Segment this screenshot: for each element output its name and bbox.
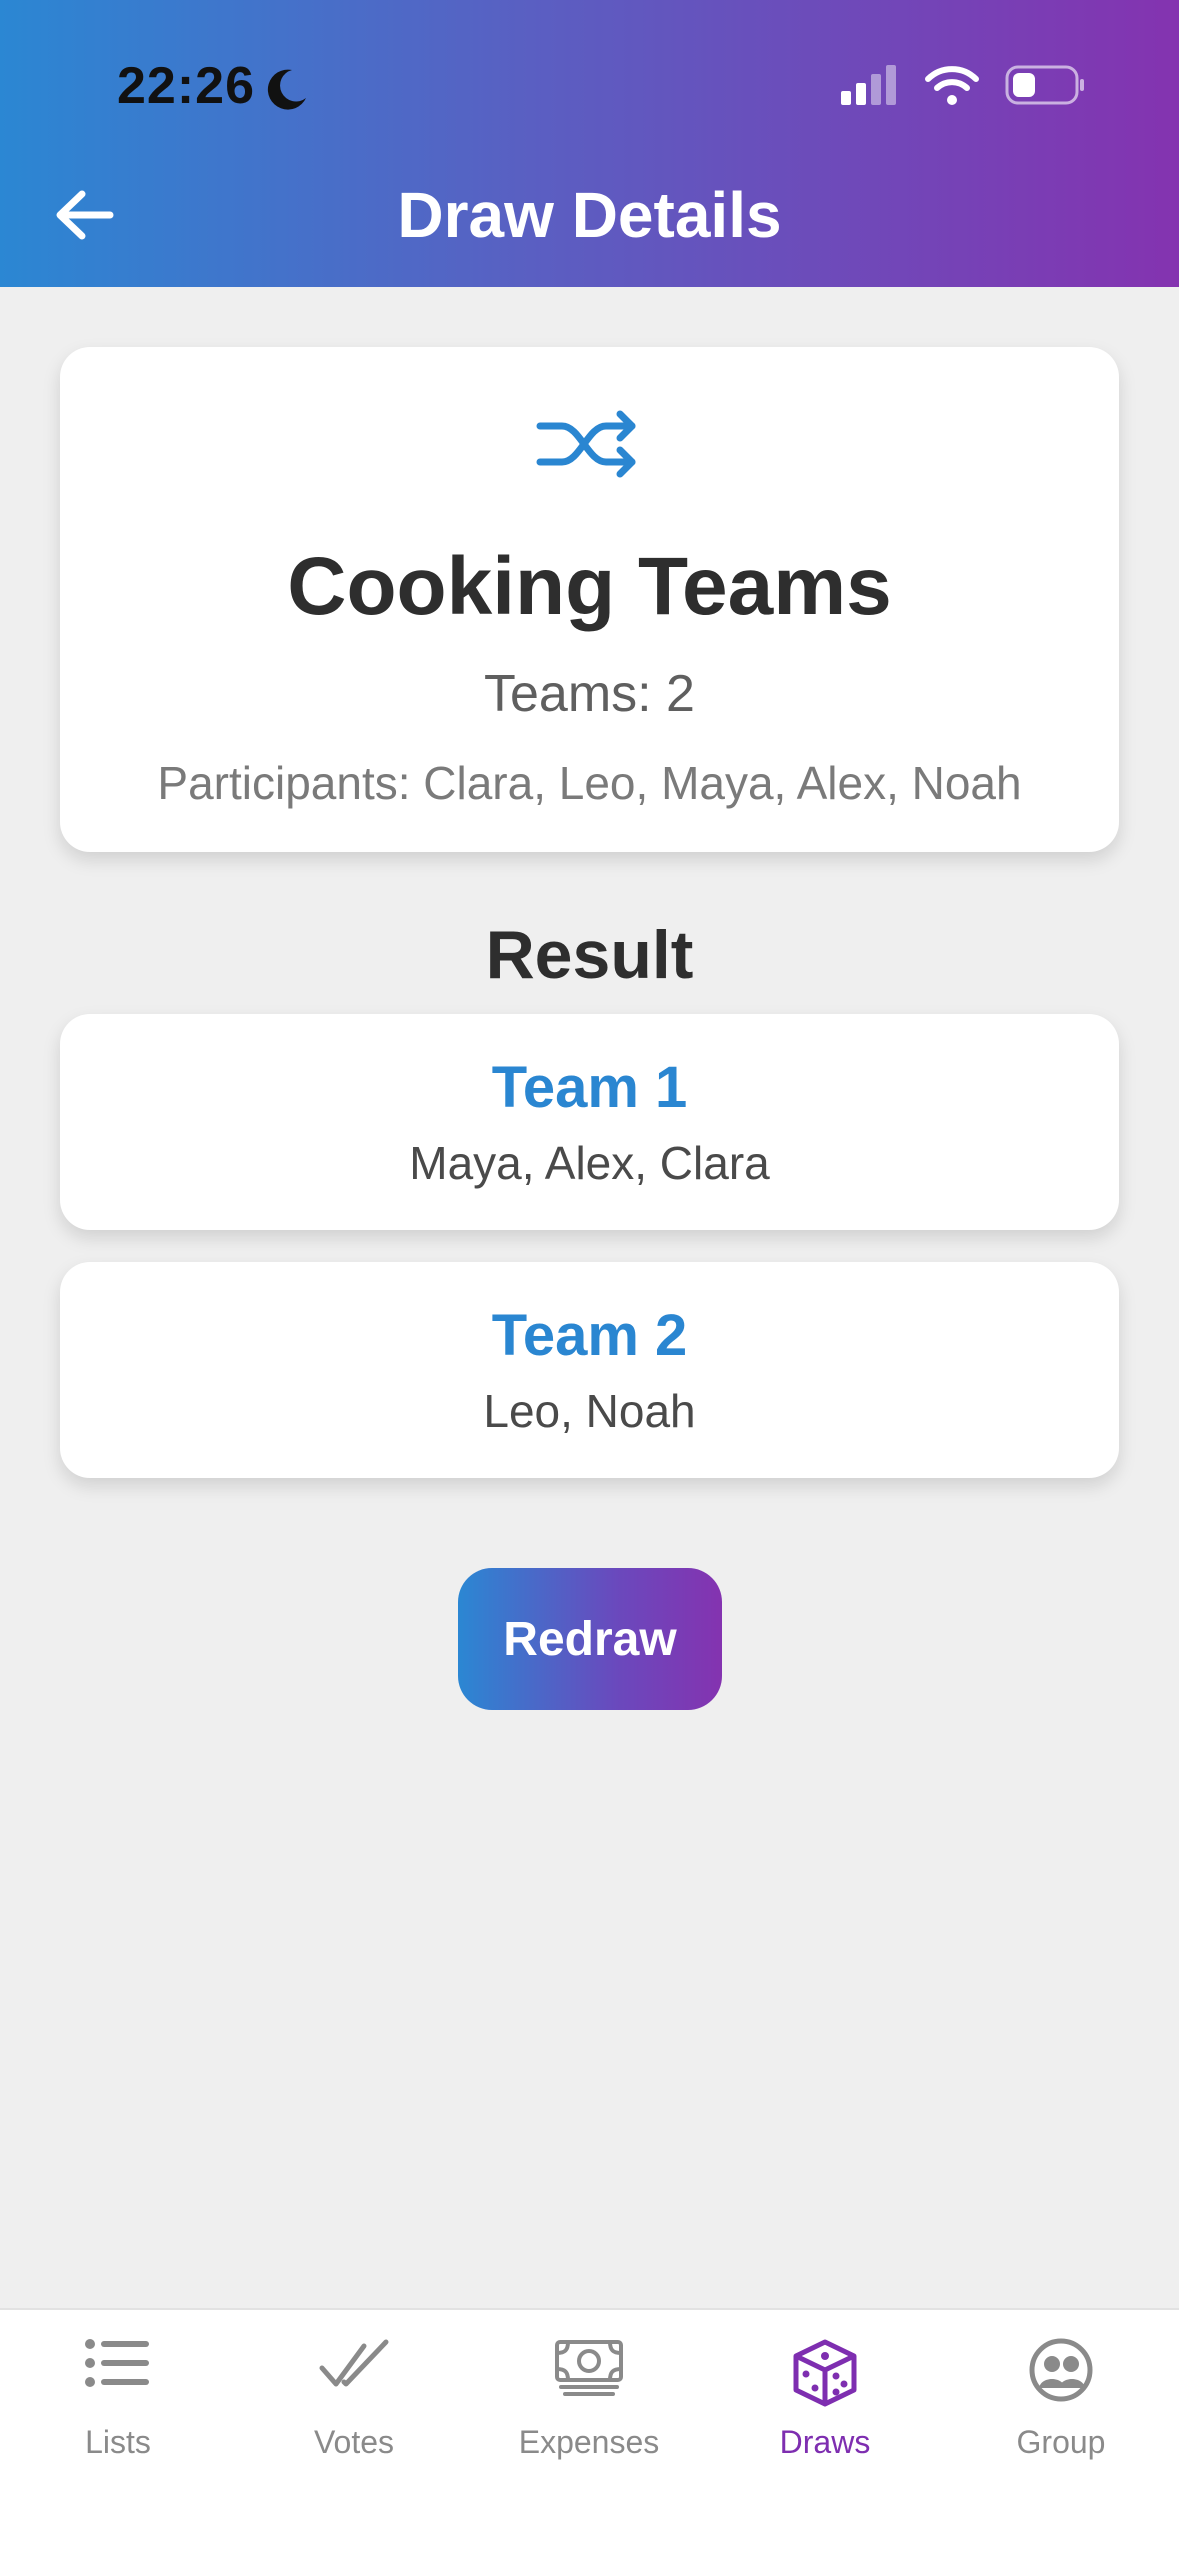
tab-votes[interactable]: Votes bbox=[236, 2310, 472, 2480]
group-icon bbox=[1029, 2338, 1093, 2402]
tab-group[interactable]: Group bbox=[943, 2310, 1179, 2480]
tab-label: Votes bbox=[313, 2424, 395, 2460]
draw-name: Cooking Teams bbox=[287, 541, 892, 632]
app-header: 22:26 Draw Details bbox=[0, 0, 1179, 287]
team-members: Leo, Noah bbox=[483, 1385, 696, 1437]
list-icon bbox=[85, 2339, 149, 2387]
status-time: 22:26 bbox=[117, 57, 255, 115]
team-card: Team 2 Leo, Noah bbox=[60, 1262, 1119, 1478]
shuffle-icon bbox=[536, 410, 636, 478]
team-name: Team 2 bbox=[491, 1303, 688, 1368]
double-check-icon bbox=[319, 2339, 389, 2387]
participants-list: Participants: Clara, Leo, Maya, Alex, No… bbox=[157, 757, 1022, 809]
tab-label: Draws bbox=[779, 2424, 871, 2460]
signal-icon bbox=[841, 65, 896, 105]
battery-icon bbox=[1005, 65, 1084, 105]
tab-label: Expenses bbox=[518, 2424, 660, 2460]
dice-cube-icon bbox=[793, 2339, 857, 2407]
team-card: Team 1 Maya, Alex, Clara bbox=[60, 1014, 1119, 1230]
tab-label: Group bbox=[1016, 2424, 1106, 2460]
team-name: Team 1 bbox=[491, 1055, 688, 1120]
tab-label: Lists bbox=[85, 2424, 151, 2460]
banknote-icon bbox=[555, 2340, 623, 2396]
team-members: Maya, Alex, Clara bbox=[409, 1137, 770, 1189]
tab-expenses[interactable]: Expenses bbox=[471, 2310, 707, 2480]
teams-count: Teams: 2 bbox=[484, 665, 695, 723]
result-heading: Result bbox=[485, 917, 694, 993]
wifi-icon bbox=[925, 66, 979, 105]
page-title: Draw Details bbox=[397, 179, 782, 251]
moon-icon bbox=[267, 69, 306, 110]
status-indicators bbox=[839, 64, 1087, 106]
redraw-button[interactable]: Redraw bbox=[458, 1568, 722, 1710]
tab-lists[interactable]: Lists bbox=[0, 2310, 236, 2480]
tab-bar: Lists Votes Expenses Draws Group bbox=[0, 2308, 1179, 2558]
tab-draws[interactable]: Draws bbox=[707, 2310, 943, 2480]
